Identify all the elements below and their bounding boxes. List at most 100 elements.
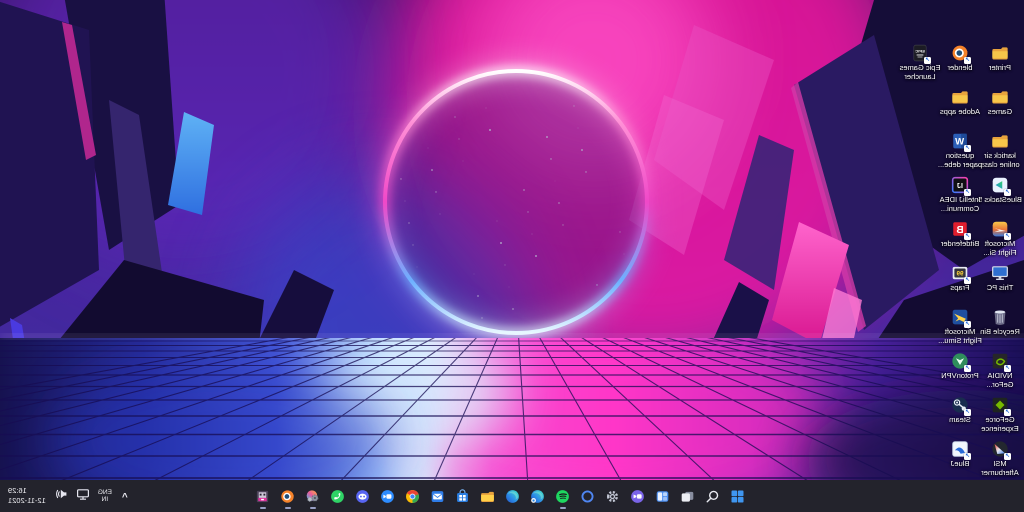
desktop-icon-blender[interactable]: ↗blender — [937, 44, 983, 73]
desktop-icon-folder[interactable]: Printer — [977, 44, 1023, 73]
taskbar-blender-icon[interactable] — [280, 483, 296, 509]
shortcut-arrow-overlay-icon: ↗ — [1004, 233, 1011, 240]
taskbar-file-explorer-icon[interactable] — [480, 483, 496, 509]
taskbar-chrome-icon[interactable] — [405, 483, 421, 509]
taskbar-zoom-icon[interactable] — [380, 483, 396, 509]
desktop-icon-label: Adobe apps — [937, 108, 983, 117]
volume-icon[interactable] — [54, 487, 68, 506]
windows-desktop-screen: PrinterGameskartick sir online class↗Blu… — [0, 0, 1024, 512]
shortcut-arrow-overlay-icon: ↗ — [964, 189, 971, 196]
taskbar-microsoft-store-icon[interactable] — [455, 483, 471, 509]
network-ethernet-icon[interactable] — [76, 487, 90, 506]
desktop-icon-label: blender — [937, 64, 983, 73]
svg-text:99: 99 — [956, 271, 963, 278]
desktop-icon-msfs-colorful[interactable]: ↗Microsoft Flight Si... — [977, 220, 1023, 257]
desktop-icon-label: Bitdefender — [937, 240, 983, 249]
system-tray: ^ ENG IN 16:29 12-11-2021 — [4, 480, 130, 512]
msfs-colorful-icon: ↗ — [991, 220, 1009, 238]
desktop-icon-folder[interactable]: Adobe apps — [937, 88, 983, 117]
desktop-icon-steam[interactable]: ↗Steam — [937, 396, 983, 425]
desktop-icon-msfs-plane[interactable]: ↗Microsoft Flight Simu... — [937, 308, 983, 345]
folder-icon — [951, 88, 969, 106]
desktop-icon-label: kartick sir online class — [977, 152, 1023, 169]
desktop-icon-epic-games[interactable]: EPIC↗ Epic Games Launcher — [897, 44, 943, 81]
desktop-icon-intellij[interactable]: IJ↗ IntelliJ IDEA Communi... — [937, 176, 983, 213]
taskbar-mail-icon[interactable] — [430, 483, 446, 509]
clock-time: 16:29 — [8, 486, 27, 496]
taskbar-edge-icon[interactable] — [505, 483, 521, 509]
desktop-icon-label: GeForce Experience — [977, 416, 1023, 433]
wallpaper-neon-ring — [0, 0, 1024, 480]
language-line1: ENG — [98, 489, 112, 496]
desktop-icon-bluej[interactable]: ↗BlueJ — [937, 440, 983, 469]
desktop-icon-folder[interactable]: kartick sir online class — [977, 132, 1023, 169]
desktop-icon-geforce-experience[interactable]: ↗GeForce Experience — [977, 396, 1023, 433]
desktop-icon-label: Epic Games Launcher — [897, 64, 943, 81]
taskbar-chat-teams-icon[interactable] — [630, 483, 646, 509]
epic-games-icon: EPIC↗ — [911, 44, 929, 62]
bluej-icon: ↗ — [951, 440, 969, 458]
shortcut-arrow-overlay-icon: ↗ — [964, 233, 971, 240]
desktop-icon-fraps[interactable]: 99↗Fraps — [937, 264, 983, 293]
shortcut-arrow-overlay-icon: ↗ — [964, 57, 971, 64]
taskbar-whatsapp-icon[interactable] — [330, 483, 346, 509]
desktop-icon-bluestacks[interactable]: ↗BlueStacks 5 — [977, 176, 1023, 205]
bitdefender-icon: B↗ — [951, 220, 969, 238]
taskbar: ^ ENG IN 16:29 12-11-2021 — [0, 480, 1024, 512]
language-indicator[interactable]: ENG IN — [98, 489, 112, 504]
desktop-icon-label: NVIDIA GeFor... — [977, 372, 1023, 389]
desktop-icon-label: This PC — [977, 284, 1023, 293]
protonvpn-icon: ↗ — [951, 352, 969, 370]
show-hidden-icons-chevron-icon[interactable]: ^ — [120, 492, 130, 503]
desktop-icon-label: Games — [977, 108, 1023, 117]
folder-icon — [991, 44, 1009, 62]
taskbar-edge-beta-icon[interactable] — [530, 483, 546, 509]
desktop-icon-label: Recycle Bin — [977, 328, 1023, 337]
desktop-icon-label: Steam — [937, 416, 983, 425]
folder-icon — [991, 132, 1009, 150]
folder-icon — [991, 88, 1009, 106]
shortcut-arrow-overlay-icon: ↗ — [964, 321, 971, 328]
shortcut-arrow-overlay-icon: ↗ — [1004, 189, 1011, 196]
desktop-icon-bitdefender[interactable]: B↗ Bitdefender — [937, 220, 983, 249]
shortcut-arrow-overlay-icon: ↗ — [964, 277, 971, 284]
desktop-icon-protonvpn[interactable]: ↗ ProtonVPN — [937, 352, 983, 381]
taskbar-widgets-icon[interactable] — [655, 483, 671, 509]
shortcut-arrow-overlay-icon: ↗ — [964, 453, 971, 460]
taskbar-task-view-icon[interactable] — [680, 483, 696, 509]
steam-icon: ↗ — [951, 396, 969, 414]
taskbar-pixel-art-game-icon[interactable] — [255, 483, 271, 509]
intellij-icon: IJ↗ — [951, 176, 969, 194]
taskbar-pinned-apps — [255, 480, 746, 512]
desktop-icon-nvidia[interactable]: ↗NVIDIA GeFor... — [977, 352, 1023, 389]
desktop-icon-label: BlueStacks 5 — [977, 196, 1023, 205]
msfs-plane-icon: ↗ — [951, 308, 969, 326]
clock[interactable]: 16:29 12-11-2021 — [4, 486, 46, 506]
taskbar-search-icon[interactable] — [705, 483, 721, 509]
shortcut-arrow-overlay-icon: ↗ — [964, 409, 971, 416]
taskbar-start-icon[interactable] — [730, 483, 746, 509]
blender-icon: ↗ — [951, 44, 969, 62]
taskbar-settings-icon[interactable] — [605, 483, 621, 509]
taskbar-spotify-icon[interactable] — [555, 483, 571, 509]
fraps-icon: 99↗ — [951, 264, 969, 282]
desktop-icon-msi-afterburner[interactable]: ↗MSI Afterburner — [977, 440, 1023, 477]
taskbar-cortana-icon[interactable] — [580, 483, 596, 509]
desktop-icon-recycle-bin[interactable]: Recycle Bin — [977, 308, 1023, 337]
desktop-icon-folder[interactable]: Games — [977, 88, 1023, 117]
clock-date: 12-11-2021 — [8, 496, 46, 506]
nvidia-icon: ↗ — [991, 352, 1009, 370]
taskbar-discord-icon[interactable] — [355, 483, 371, 509]
desktop-icon-label: Microsoft Flight Si... — [977, 240, 1023, 257]
desktop-icon-label: IntelliJ IDEA Communi... — [937, 196, 983, 213]
bluestacks-icon: ↗ — [991, 176, 1009, 194]
desktop-icon-label: ProtonVPN — [937, 372, 983, 381]
desktop-icon-word-doc[interactable]: W↗question paper debe... — [937, 132, 983, 169]
desktop-icon-label: Fraps — [937, 284, 983, 293]
desktop-icon-this-pc[interactable]: This PC — [977, 264, 1023, 293]
geforce-experience-icon: ↗ — [991, 396, 1009, 414]
taskbar-wallpaper-engine-icon[interactable] — [305, 483, 321, 509]
desktop-icon-label: BlueJ — [937, 460, 983, 469]
shortcut-arrow-overlay-icon: ↗ — [1004, 365, 1011, 372]
shortcut-arrow-overlay-icon: ↗ — [1004, 409, 1011, 416]
